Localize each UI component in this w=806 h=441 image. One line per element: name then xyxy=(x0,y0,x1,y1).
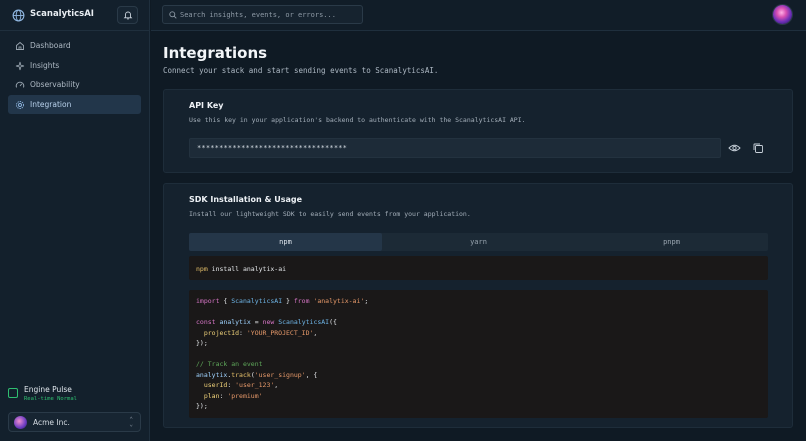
api-key-card: API Key Use this key in your application… xyxy=(163,89,793,173)
code-line: projectId: 'YOUR_PROJECT_ID', xyxy=(196,328,318,337)
sidebar-nav: Dashboard Insights Observability Integra… xyxy=(8,36,141,114)
chevron-up-down-icon: ⌃ ⌄ xyxy=(129,416,133,428)
sdk-title: SDK Installation & Usage xyxy=(189,195,303,204)
code-line: analytix.track('user_signup', { xyxy=(196,370,318,379)
bell-icon xyxy=(123,11,133,20)
sdk-card: SDK Installation & Usage Install our lig… xyxy=(163,183,793,428)
sidebar-item-integration[interactable]: Integration xyxy=(8,94,141,114)
sidebar-item-label: Dashboard xyxy=(30,41,71,50)
search-input[interactable] xyxy=(180,9,360,21)
copy-icon[interactable] xyxy=(752,142,764,154)
eye-icon[interactable] xyxy=(728,142,741,154)
gauge-icon xyxy=(15,81,25,88)
package-manager-tabs: npm yarn pnpm xyxy=(189,233,768,251)
code-line: userId: 'user_123', xyxy=(196,381,279,389)
globe-icon xyxy=(12,9,25,22)
sidebar-item-label: Observability xyxy=(30,80,80,89)
settings-icon xyxy=(16,100,24,109)
code-line: }); xyxy=(196,402,208,410)
sidebar: ScanalyticsAI Dashboard Insights Observa… xyxy=(0,0,150,441)
sidebar-item-dashboard[interactable]: Dashboard xyxy=(8,36,141,56)
search-box[interactable] xyxy=(162,5,363,24)
code-line: const analytix = new ScanalyticsAI({ xyxy=(196,318,337,326)
page-title: Integrations xyxy=(163,44,268,62)
user-avatar[interactable] xyxy=(773,5,792,24)
notifications-button[interactable] xyxy=(117,6,138,24)
code-line: }); xyxy=(196,339,208,347)
code-line: import { ScanalyticsAI } from 'analytix-… xyxy=(196,297,369,305)
engine-pulse-title: Engine Pulse xyxy=(24,385,72,394)
code-example-block: import { ScanalyticsAI } from 'analytix-… xyxy=(189,290,768,418)
install-command: npm install analytix-ai xyxy=(196,265,286,273)
sidebar-item-label: Insights xyxy=(30,60,60,70)
tab-npm[interactable]: npm xyxy=(189,233,382,251)
sidebar-item-insights[interactable]: Insights xyxy=(8,56,141,76)
tab-pnpm[interactable]: pnpm xyxy=(575,233,768,251)
engine-pulse: Engine Pulse Real-time Normal xyxy=(8,384,142,406)
install-command-args: install analytix-ai xyxy=(207,265,287,273)
install-command-block: npm install analytix-ai xyxy=(189,256,768,280)
api-key-title: API Key xyxy=(189,101,224,110)
sidebar-item-label: Integration xyxy=(30,99,72,109)
search-icon xyxy=(169,11,177,19)
home-icon xyxy=(16,41,24,50)
org-avatar xyxy=(14,416,27,429)
org-switcher[interactable]: Acme Inc. ⌃ ⌄ xyxy=(8,412,141,432)
page-subtitle: Connect your stack and start sending eve… xyxy=(163,66,439,75)
org-name: Acme Inc. xyxy=(33,418,70,427)
api-key-field[interactable]: ********************************** xyxy=(189,138,721,158)
pulse-icon xyxy=(8,388,18,398)
code-line: plan: 'premium' xyxy=(196,391,263,400)
brand-name: ScanalyticsAI xyxy=(30,9,94,19)
topbar xyxy=(151,0,806,31)
code-comment: // Track an event xyxy=(196,360,263,368)
sidebar-item-observability[interactable]: Observability xyxy=(8,75,141,95)
sparkles-icon xyxy=(15,61,25,70)
api-key-value: ********************************** xyxy=(197,144,348,152)
sdk-description: Install our lightweight SDK to easily se… xyxy=(189,210,471,218)
api-key-description: Use this key in your application's backe… xyxy=(189,116,526,124)
brand-header: ScanalyticsAI xyxy=(0,0,150,31)
tab-yarn[interactable]: yarn xyxy=(382,233,575,251)
install-command-name: npm xyxy=(196,265,208,273)
engine-pulse-status: Real-time Normal xyxy=(24,396,77,402)
